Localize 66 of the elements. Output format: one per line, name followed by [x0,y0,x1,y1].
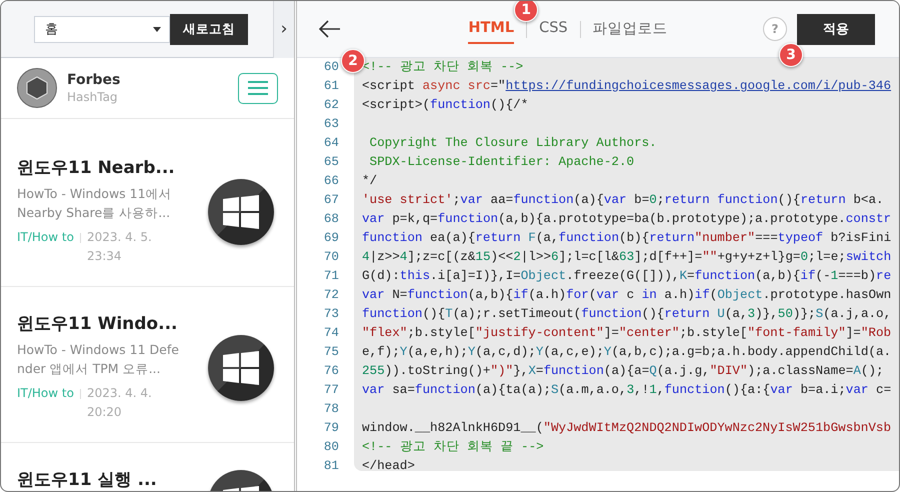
code-line: Copyright The Closure Library Authors. [368,136,657,150]
code-line: </head> [362,459,415,473]
code-line: 4|z>>4];z=c[(z&15)<<2|l>>6];l=c[l&63];d[f++]=""+g+y+z+l}g=0;l=e;switch [362,250,892,264]
code-line: 255)).toString()+")"},X=function(a){a=Q(a.j.g,"DIV");a.className=A(); [362,364,884,378]
code-line: <script async src="https://fundingchoicesmessages.google.com/i/pub-346 [362,79,892,93]
code-line: var sa=function(a){ta(a);S(a.m,a.o,3,!1,function(){a:{var b=a.i;var c= [362,383,892,397]
post-date: 2023. 4. 5. 23:34 [86,229,153,265]
line-number: 62 [324,97,339,114]
step-callout: 1 [514,1,538,22]
code-line: */ [362,174,378,188]
line-number: 80 [324,439,339,456]
step-callout: 3 [779,42,803,66]
blog-subtitle: HashTag [67,90,119,104]
editor-tab[interactable]: CSS [539,14,568,44]
windows-logo-thumbnail [208,335,274,401]
code-line: var N=function(a,b){if(a.h)for(var c in a.h)if(Object.prototype.hasOwn [362,288,892,302]
code-line: 'use strict';var aa=function(a){var b=0;return function(){return b<a. [362,193,884,207]
line-number: 79 [324,420,339,437]
line-number: 77 [324,382,339,399]
line-number: 74 [324,325,339,342]
line-number: 67 [324,192,339,209]
collapse-button[interactable]: › [273,1,294,58]
line-number: 68 [324,211,339,228]
code-line: <script>(function(){/* [362,98,528,112]
category-select[interactable]: 홈 [34,16,170,42]
line-number: 75 [324,344,339,361]
line-number: 61 [324,78,339,95]
caret-icon [153,26,161,32]
line-number: 63 [324,116,339,133]
line-number: 71 [324,268,339,285]
editor-tab[interactable]: HTML [468,14,514,44]
line-number: 73 [324,306,339,323]
windows-logo-thumbnail [208,179,274,245]
code-line: "flex";b.style["justify-content"]="center";b.style["font-family"]="Rob [362,326,892,340]
line-number: 78 [324,401,339,418]
apply-button[interactable]: 적용 [797,14,875,44]
blog-avatar [17,68,57,108]
code-line: G(d):this.i[a]=I)},I=Object.freeze(G([])),K=function(a,b){if(-1===b)re [362,269,892,283]
back-arrow-icon[interactable] [319,20,341,38]
post-date: 2023. 4. 4. 20:20 [86,385,153,421]
line-number: 76 [324,363,339,380]
post-title[interactable]: 윈도우11 Nearb... [17,158,192,178]
editor-tab[interactable]: 파일업로드 [592,12,668,46]
code-line: SPDX-License-Identifier: Apache-2.0 [368,155,634,169]
code-line: window.__h82AlnkH6D91__("WyJwdWItMzQ2NDQ2NDIwODYwNzc2NyIsW251bGwsbnVsb [362,421,892,435]
code-line: e,f);Y(a,e,h);Y(a,c,d);Y(a,c,e);Y(a,b,c);a.g=b;a.h.body.appendChild(a. [362,345,892,359]
code-line: function(){T(a);r.setTimeout(function(){return U(a,3)},50)};S(a.j,a.o, [362,307,892,321]
blog-name: Forbes [67,72,120,88]
post-title[interactable]: 윈도우11 Windo... [17,314,192,334]
menu-icon [248,81,268,95]
line-number: 65 [324,154,339,171]
post-title[interactable]: 윈도우11 실행 ... [17,470,192,490]
line-number: 66 [324,173,339,190]
line-number: 72 [324,287,339,304]
menu-button[interactable] [238,72,278,104]
post-summary: HowTo - Windows 11에서 Nearby Share를 사용하... [17,185,173,222]
code-line: <!-- 광고 차단 회복 끝 --> [362,440,544,454]
line-number: 81 [324,458,339,475]
line-number: 60 [324,59,339,76]
code-line: function ea(a){return F(a,function(b){return"number"===typeof b?isFini [362,231,892,245]
line-number: 70 [324,249,339,266]
code-line: var p=k,q=function(a,b){a.prototype=ba(b.prototype);a.prototype.constr [362,212,892,226]
line-number: 69 [324,230,339,247]
refresh-button[interactable]: 새로고침 [170,14,248,44]
post-summary: HowTo - Windows 11 Defender 앱에서 TPM 오류... [17,341,180,378]
line-number: 64 [324,135,339,152]
